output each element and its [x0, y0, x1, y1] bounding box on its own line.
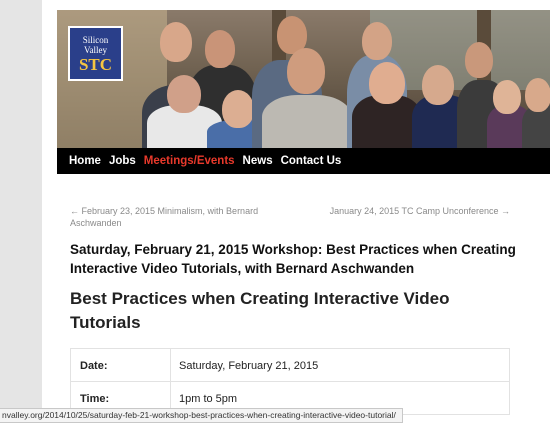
- date-label: Date:: [71, 349, 171, 381]
- group-person: [525, 78, 550, 112]
- header-photo: Silicon Valley STC: [57, 10, 550, 148]
- post-title: Saturday, February 21, 2015 Workshop: Be…: [70, 242, 516, 276]
- logo-line2: Valley: [84, 45, 107, 55]
- group-person: [222, 90, 254, 128]
- group-person: [362, 22, 392, 60]
- post-subtitle: Best Practices when Creating Interactive…: [70, 289, 450, 332]
- site-logo[interactable]: Silicon Valley STC: [68, 26, 123, 81]
- nav-item-home[interactable]: Home: [69, 155, 101, 167]
- group-person: [160, 22, 192, 62]
- logo-line1: Silicon: [82, 35, 109, 45]
- nav-item-meetings-events[interactable]: Meetings/Events: [144, 155, 235, 167]
- group-person: [493, 80, 521, 114]
- next-post-link[interactable]: January 24, 2015 TC Camp Unconference →: [330, 205, 510, 217]
- group-person: [287, 48, 325, 94]
- group-person: [422, 65, 454, 105]
- group-person: [262, 95, 352, 148]
- group-person: [369, 62, 405, 104]
- nav-item-contact-us[interactable]: Contact Us: [281, 155, 342, 167]
- nav-item-jobs[interactable]: Jobs: [109, 155, 136, 167]
- main-nav: Home Jobs Meetings/Events News Contact U…: [57, 148, 550, 174]
- nav-item-news[interactable]: News: [243, 155, 273, 167]
- group-person: [465, 42, 493, 78]
- event-details-table: Date: Saturday, February 21, 2015 Time: …: [70, 348, 510, 415]
- group-person: [205, 30, 235, 68]
- page: Silicon Valley STC Home Jobs Meetings/Ev…: [42, 0, 550, 423]
- previous-post-link[interactable]: ← February 23, 2015 Minimalism, with Ber…: [70, 205, 280, 229]
- date-value: Saturday, February 21, 2015: [179, 360, 319, 372]
- table-row: Date: Saturday, February 21, 2015: [71, 349, 509, 382]
- browser-status-bar: nvalley.org/2014/10/25/saturday-feb-21-w…: [0, 408, 403, 423]
- logo-line3: STC: [78, 55, 113, 74]
- group-person: [167, 75, 201, 113]
